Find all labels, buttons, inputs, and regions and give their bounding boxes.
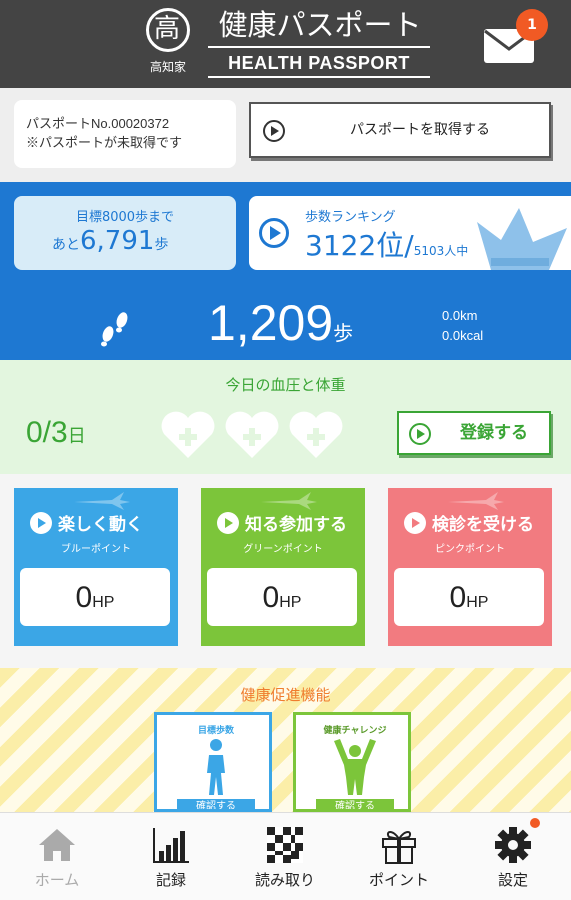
crown-icon (477, 208, 567, 270)
footprints-icon (101, 312, 128, 347)
step-goal-label: 目標8000歩まで (75, 210, 175, 225)
step-ranking-button[interactable]: 歩数ランキング 3122位/5103人中 (249, 196, 571, 270)
points-value: 0 (75, 581, 93, 614)
nav-label: 記録 (155, 871, 186, 889)
promotion-title: 健康促進機能 (240, 686, 331, 704)
nav-records[interactable]: 記録 (114, 813, 228, 900)
blue-point-card[interactable]: 楽しく動く ブルーポイント 0HP (14, 488, 178, 646)
nav-home[interactable]: ホーム (0, 813, 114, 900)
mail-badge: 1 (516, 9, 548, 41)
app-title-japanese: 健康パスポート (218, 8, 422, 42)
get-passport-button[interactable]: パスポートを取得する (249, 102, 551, 158)
blood-pressure-title: 今日の血圧と体重 (225, 376, 346, 394)
gift-icon (382, 831, 416, 864)
steps-value: 1,209 (208, 295, 334, 351)
ranking-value: 3122位/5103人中 (305, 224, 468, 264)
passport-info: パスポートNo.00020372 ※パスポートが未取得です (14, 100, 236, 168)
app-title-english: HEALTH PASSPORT (228, 53, 410, 73)
card-subtitle: ピンクポイント (435, 544, 505, 555)
blood-pressure-count: 0/3日 (26, 416, 86, 450)
play-icon (259, 218, 289, 248)
promo-card-caption: 目標歩数 (197, 726, 234, 736)
play-icon (263, 120, 285, 142)
play-icon (404, 512, 426, 534)
card-title: 楽しく動く (58, 515, 143, 535)
bp-count-unit: 日 (67, 426, 86, 446)
hearts-icon (161, 411, 343, 458)
get-passport-label: パスポートを取得する (350, 122, 490, 138)
settings-notification-dot (530, 818, 540, 828)
title-underline (208, 76, 430, 78)
pink-point-card[interactable]: 検診を受ける ピンクポイント 0HP (388, 488, 552, 646)
home-icon (39, 829, 75, 861)
logo-kanji: 高 (153, 14, 180, 44)
goal-prefix: あと (52, 237, 80, 253)
steps-unit: 歩 (333, 323, 354, 345)
bar-chart-icon (153, 828, 189, 863)
title-divider (208, 46, 430, 48)
today-steps: 1,209歩 (208, 292, 353, 365)
passport-status: ※パスポートが未取得です (26, 135, 183, 150)
register-button[interactable]: 登録する (397, 411, 551, 455)
health-challenge-card[interactable]: 健康チャレンジ 確認する (293, 712, 411, 812)
qr-code-icon (267, 827, 303, 863)
nav-label: ホーム (34, 871, 80, 889)
logo-subtext: 高知家 (149, 60, 186, 74)
nav-settings[interactable]: 設定 (456, 813, 570, 900)
nav-scan[interactable]: 読み取り (228, 813, 342, 900)
card-points: 0HP (394, 568, 544, 626)
points-unit: HP (279, 594, 302, 611)
register-label: 登録する (460, 423, 528, 443)
card-points: 0HP (207, 568, 357, 626)
green-point-card[interactable]: 知る参加する グリーンポイント 0HP (201, 488, 365, 646)
play-icon (30, 512, 52, 534)
airplane-icon (448, 492, 504, 510)
bottom-nav: ホーム 記録 読み取り ポイント 設定 (0, 812, 571, 900)
cheering-person-icon (334, 739, 376, 795)
goal-remaining-value: 6,791 (80, 226, 155, 256)
airplane-icon (261, 492, 317, 510)
step-goal-box: 目標8000歩まで あと6,791歩 (14, 196, 236, 270)
calories-value: 0.0kcal (442, 328, 484, 343)
goal-unit: 歩 (154, 237, 169, 253)
distance-value: 0.0km (442, 308, 478, 323)
points-value: 0 (449, 581, 467, 614)
card-subtitle: グリーンポイント (243, 544, 323, 555)
points-value: 0 (262, 581, 280, 614)
ranking-total: 5103人中 (413, 244, 469, 258)
nav-label: 設定 (497, 871, 528, 889)
ranking-rank: 3122位/ (305, 229, 414, 262)
gear-icon (495, 827, 531, 863)
card-title: 検診を受ける (432, 515, 534, 535)
bp-count-value: 0/3 (26, 416, 68, 449)
promo-card-button[interactable]: 確認する (177, 799, 255, 809)
card-subtitle: ブルーポイント (61, 544, 131, 555)
health-promotion-section: 健康促進機能 目標歩数 確認する 健康チャレンジ 確認する (0, 668, 571, 812)
points-unit: HP (466, 594, 489, 611)
kochike-logo: 高 高知家 (142, 8, 194, 80)
airplane-icon (74, 492, 130, 510)
distance-calories: 0.0km 0.0kcal (442, 306, 483, 346)
nav-points[interactable]: ポイント (342, 813, 456, 900)
target-steps-card[interactable]: 目標歩数 確認する (154, 712, 272, 812)
app-header: 高 高知家 健康パスポート HEALTH PASSPORT 1 (0, 0, 571, 88)
card-points: 0HP (20, 568, 170, 626)
ranking-label: 歩数ランキング (305, 210, 396, 225)
step-goal-remaining: あと6,791歩 (52, 226, 168, 256)
play-icon (217, 512, 239, 534)
passport-number: パスポートNo.00020372 (26, 116, 170, 131)
points-unit: HP (92, 594, 115, 611)
promo-card-button[interactable]: 確認する (316, 799, 394, 809)
card-title: 知る参加する (245, 515, 347, 535)
play-icon (409, 423, 431, 445)
nav-label: 読み取り (254, 871, 315, 889)
passport-section: パスポートNo.00020372 ※パスポートが未取得です パスポートを取得する (0, 88, 571, 182)
walking-person-icon (207, 739, 225, 795)
nav-label: ポイント (368, 871, 429, 889)
promo-card-caption: 健康チャレンジ (323, 726, 387, 736)
